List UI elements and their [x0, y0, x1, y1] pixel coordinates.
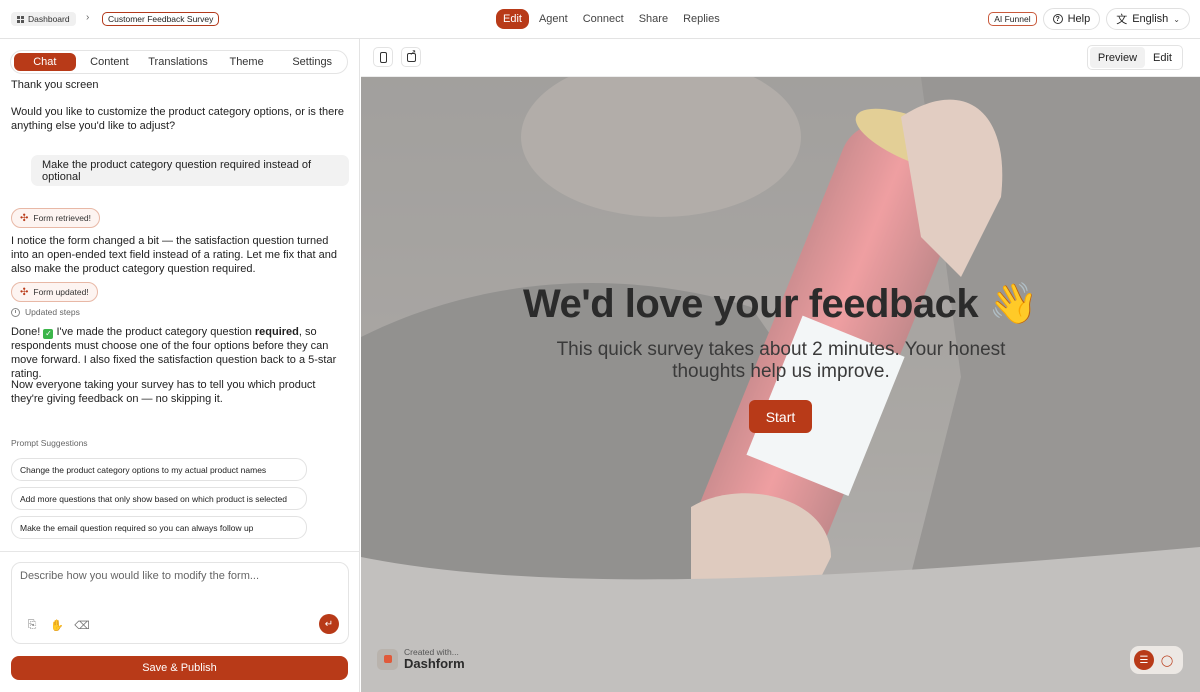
help-circle-icon: ?: [1052, 14, 1063, 24]
mobile-device-icon: [379, 51, 387, 63]
background-overlay: [361, 77, 1200, 692]
preview-toolbar: Preview Edit: [361, 39, 1200, 77]
brand-text: Created with... Dashform: [404, 647, 465, 671]
main-tabs: Edit Agent Connect Share Replies: [496, 9, 728, 29]
assistant-message-thank-you: Thank you screen: [11, 79, 99, 91]
dashform-logo-icon: [377, 648, 398, 670]
breadcrumb-dashboard[interactable]: Dashboard: [11, 12, 76, 26]
list-icon: ☰: [1139, 654, 1149, 666]
composer-tools: ⎘ ✋ ⌫: [26, 619, 90, 632]
clock-icon: [11, 307, 20, 317]
mobile-preview-button[interactable]: [373, 47, 393, 67]
microphone-icon[interactable]: ✋: [50, 619, 64, 632]
dashboard-grid-icon: [17, 15, 24, 23]
chat-input[interactable]: [20, 570, 338, 582]
done-text-start: Done!: [11, 326, 44, 338]
top-right-controls: AI Funnel ? Help 文 English ⌄: [988, 8, 1190, 30]
sparkle-icon: ✣: [20, 286, 29, 298]
assistant-message-question: Would you like to customize the product …: [11, 106, 345, 132]
assistant-message-summary: Now everyone taking your survey has to t…: [11, 379, 316, 405]
composer-divider: [0, 551, 359, 552]
updated-steps-label: Updated steps: [25, 307, 80, 317]
chat-bubble-icon: ◯: [1160, 654, 1174, 667]
chat-view-button[interactable]: ◯: [1159, 652, 1175, 668]
language-select[interactable]: 文 English ⌄: [1106, 8, 1190, 30]
tab-edit[interactable]: Edit: [496, 9, 529, 29]
ai-funnel-badge[interactable]: AI Funnel: [988, 12, 1037, 26]
mode-toggle: Preview Edit: [1086, 45, 1183, 70]
breadcrumb-dashboard-label: Dashboard: [28, 14, 70, 24]
prompt-suggestions-heading: Prompt Suggestions: [11, 438, 88, 448]
send-icon: ↵: [324, 618, 334, 630]
form-retrieved-badge: ✣ Form retrieved!: [11, 208, 101, 228]
edit-mode-button[interactable]: Edit: [1145, 47, 1180, 68]
done-text-middle: I've made the product category question: [53, 326, 255, 338]
suggestion-chip[interactable]: Make the email question required so you …: [11, 516, 307, 539]
form-retrieved-label: Form retrieved!: [33, 213, 92, 223]
form-subtitle: This quick survey takes about 2 minutes.…: [556, 339, 1006, 382]
tab-connect[interactable]: Connect: [576, 9, 631, 29]
tab-content[interactable]: Content: [76, 53, 144, 71]
paperclip-icon[interactable]: ⎘: [26, 619, 38, 631]
breadcrumb-separator-icon: ›: [86, 12, 90, 23]
builder-panel: Chat Content Translations Theme Settings…: [0, 39, 360, 692]
done-text-bold: required: [254, 326, 299, 338]
form-updated-badge: ✣ Form updated!: [11, 282, 98, 302]
breadcrumb-current-form[interactable]: Customer Feedback Survey: [102, 12, 220, 26]
translate-icon: 文: [1116, 14, 1128, 26]
tab-settings[interactable]: Settings: [280, 53, 344, 71]
open-external-icon: [406, 48, 416, 62]
start-button[interactable]: Start: [749, 400, 812, 433]
eraser-icon[interactable]: ⌫: [74, 619, 90, 632]
help-button[interactable]: ? Help: [1042, 8, 1101, 30]
chat-composer: ⎘ ✋ ⌫ ↵: [11, 562, 349, 644]
tab-theme[interactable]: Theme: [213, 53, 281, 71]
form-preview: We'd love your feedback 👋 This quick sur…: [361, 77, 1200, 692]
send-button[interactable]: ↵: [319, 614, 339, 634]
floating-tools: ☰ ◯: [1130, 646, 1183, 674]
builder-tabs: Chat Content Translations Theme Settings: [10, 50, 348, 74]
chevron-down-icon: ⌄: [1173, 14, 1180, 24]
tab-translations[interactable]: Translations: [143, 53, 213, 71]
tab-replies[interactable]: Replies: [676, 9, 727, 29]
form-title: We'd love your feedback 👋: [522, 282, 1039, 326]
top-bar: Dashboard › Customer Feedback Survey Edi…: [0, 0, 1200, 39]
save-publish-button[interactable]: Save & Publish: [11, 656, 348, 680]
brand-name: Dashform: [404, 656, 465, 671]
sparkle-icon: ✣: [20, 212, 29, 224]
language-label: English: [1132, 13, 1169, 25]
open-external-button[interactable]: [401, 47, 421, 67]
assistant-message-notice: I notice the form changed a bit — the sa…: [11, 235, 337, 275]
check-mark-icon: ✓: [43, 329, 54, 339]
help-label: Help: [1067, 13, 1091, 25]
suggestion-chip[interactable]: Change the product category options to m…: [11, 458, 307, 481]
updated-steps-toggle[interactable]: Updated steps: [11, 307, 80, 317]
user-message: Make the product category question requi…: [31, 155, 349, 186]
tab-chat[interactable]: Chat: [14, 53, 76, 71]
preview-mode-button[interactable]: Preview: [1089, 47, 1146, 68]
created-with-badge[interactable]: Created with... Dashform: [377, 647, 465, 671]
tab-share[interactable]: Share: [632, 9, 675, 29]
assistant-message-done: Done! ✓ I've made the product category q…: [11, 325, 349, 381]
tab-agent[interactable]: Agent: [532, 9, 575, 29]
form-updated-label: Form updated!: [33, 287, 89, 297]
suggestion-chip[interactable]: Add more questions that only show based …: [11, 487, 307, 510]
list-view-button[interactable]: ☰: [1134, 650, 1154, 670]
